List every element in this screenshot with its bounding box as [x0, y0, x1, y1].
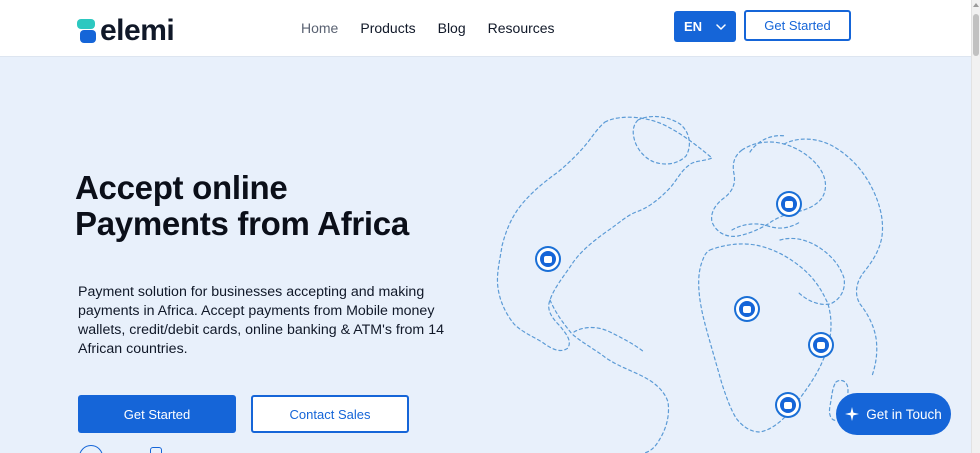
hero-title: Accept online Payments from Africa — [75, 170, 409, 242]
payment-pin-icon — [777, 394, 799, 416]
payment-pin-icon — [778, 193, 800, 215]
hero-description: Payment solution for businesses acceptin… — [78, 284, 444, 357]
brand-logo[interactable]: elemi — [77, 14, 175, 47]
partner-icon — [150, 447, 162, 453]
scrollbar-thumb[interactable] — [973, 14, 979, 56]
main-nav: Home Products Blog Resources — [301, 20, 555, 36]
payment-pin-icon — [537, 248, 559, 270]
nav-link-resources[interactable]: Resources — [488, 20, 555, 36]
get-in-touch-button[interactable]: Get in Touch — [836, 393, 951, 435]
nav-get-started-button[interactable]: Get Started — [744, 10, 851, 41]
language-select[interactable]: EN — [674, 11, 736, 42]
nav-link-home[interactable]: Home — [301, 20, 338, 36]
scroll-up-arrow-icon[interactable] — [973, 3, 979, 7]
get-started-button[interactable]: Get Started — [78, 395, 236, 433]
hero-title-line-2: Payments from Africa — [75, 205, 409, 242]
page-scrollbar[interactable] — [971, 0, 980, 453]
contact-sales-button[interactable]: Contact Sales — [251, 395, 409, 433]
chevron-down-icon — [716, 23, 726, 30]
partner-icon — [79, 445, 103, 453]
nav-link-blog[interactable]: Blog — [438, 20, 466, 36]
payment-pin-icon — [810, 334, 832, 356]
brand-name: elemi — [100, 14, 175, 47]
navbar: elemi Home Products Blog Resources EN Ge… — [0, 0, 971, 57]
nav-link-products[interactable]: Products — [360, 20, 415, 36]
payment-pin-icon — [736, 298, 758, 320]
hero-title-line-1: Accept online — [75, 169, 288, 206]
language-value: EN — [684, 19, 703, 34]
get-in-touch-label: Get in Touch — [866, 406, 942, 422]
logo-mark-icon — [77, 18, 97, 44]
sparkle-icon — [845, 407, 860, 421]
